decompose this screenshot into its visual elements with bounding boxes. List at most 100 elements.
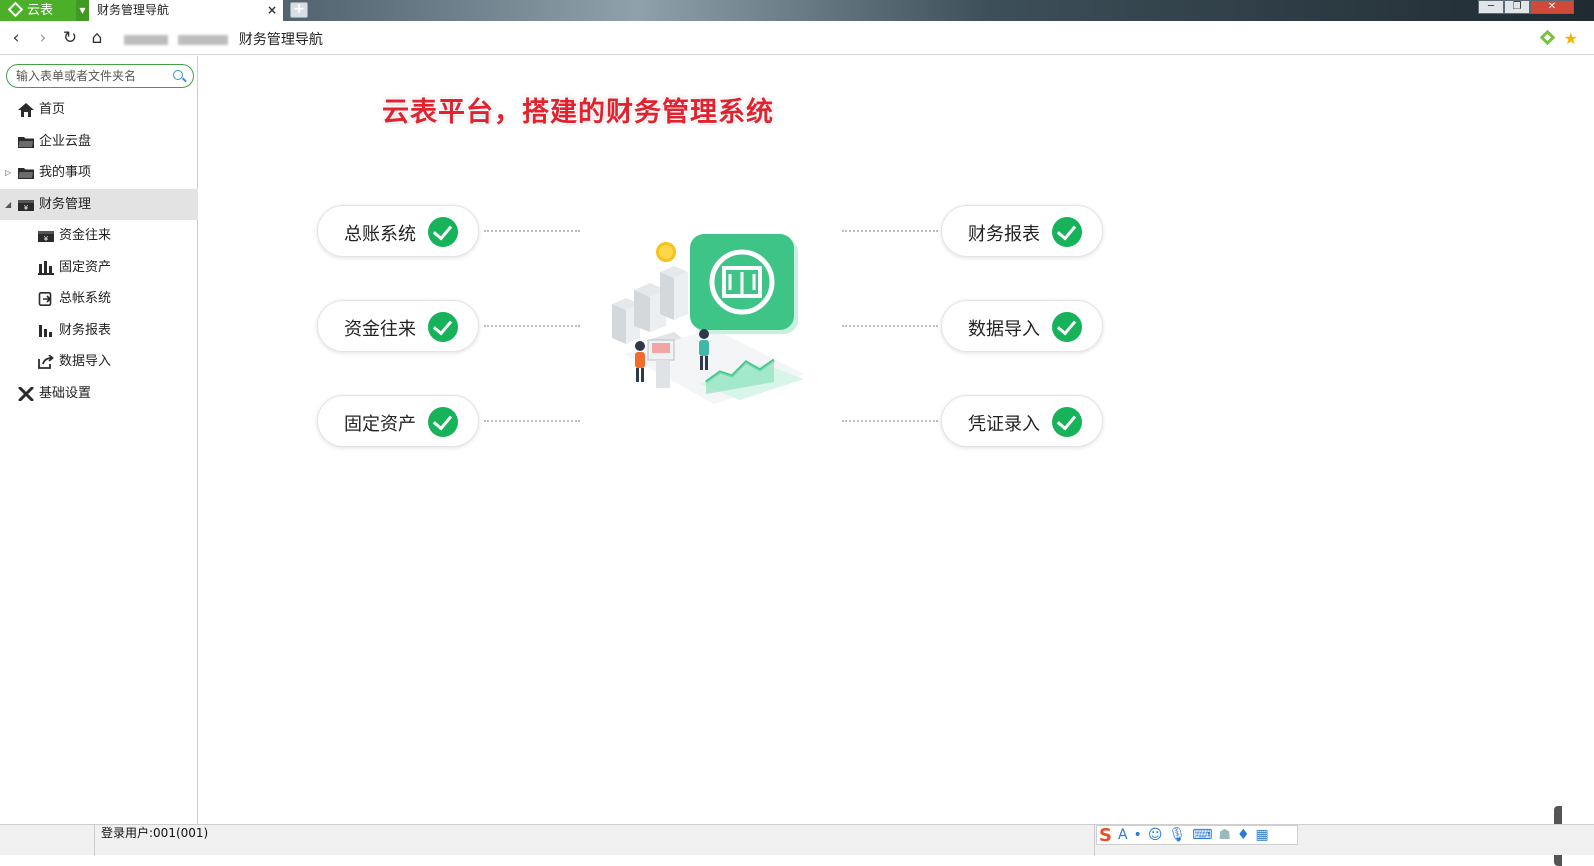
sidebar-item-home[interactable]: 首页 (0, 94, 198, 126)
window-controls: ─ ❐ ✕ (1478, 0, 1574, 14)
main-content: 云表平台，搭建的财务管理系统 总账系统 资金往来 固定资产 财务报表 数据导入 … (199, 56, 1562, 866)
connector-dots (842, 325, 938, 327)
toolbar-right: ★ (1539, 29, 1578, 48)
folder-icon (18, 136, 34, 148)
sidebar-item-general-ledger[interactable]: 总帐系统 (0, 283, 198, 315)
sidebar-item-basic-settings[interactable]: 基础设置 (0, 378, 198, 410)
check-icon (428, 312, 458, 342)
sidebar-item-enterprise-drive[interactable]: 企业云盘 (0, 126, 198, 158)
cashbox-icon: ¥ (38, 231, 54, 243)
tab-label: 财务管理导航 (97, 3, 170, 17)
ime-user-icon[interactable]: ☗ (1218, 827, 1231, 843)
ime-voice-icon[interactable]: 🎙 (1168, 827, 1186, 843)
module-financial-reports[interactable]: 财务报表 (941, 205, 1103, 257)
bar-chart-icon (39, 324, 52, 337)
finance-illustration (612, 234, 804, 404)
sidebar-item-label: 基础设置 (39, 385, 92, 401)
svg-text:¥: ¥ (44, 235, 49, 243)
ime-emoji-icon[interactable]: ☺ (1148, 827, 1163, 843)
cashbox-icon: ¥ (18, 199, 34, 212)
home-icon (18, 103, 34, 117)
app-dropdown-icon[interactable]: ▼ (76, 0, 89, 21)
search-input[interactable] (16, 68, 166, 84)
search-icon[interactable] (173, 70, 183, 80)
check-icon (1052, 312, 1082, 342)
favorite-star-icon[interactable]: ★ (1564, 29, 1578, 48)
forward-icon[interactable]: › (33, 28, 53, 48)
redacted-segment (178, 35, 229, 45)
module-voucher-entry[interactable]: 凭证录入 (941, 395, 1103, 447)
ime-toolbox-icon[interactable]: ▦ (1256, 827, 1269, 843)
tab-close-icon[interactable]: × (267, 0, 277, 20)
module-data-import[interactable]: 数据导入 (941, 300, 1103, 352)
connector-dots (484, 230, 580, 232)
connector-dots (842, 230, 938, 232)
app-logo-icon (7, 1, 24, 18)
sidebar: 首页 企业云盘 ▷ 我的事项 ◢ ¥ 财务管理 ¥ 资金往来 固定资产 总帐系统 (0, 56, 198, 824)
sidebar-item-label: 财务管理 (39, 196, 92, 212)
app-logo-icon[interactable] (1539, 29, 1555, 46)
sidebar-item-finance[interactable]: ◢ ¥ 财务管理 (0, 188, 198, 220)
ime-mode-icon[interactable]: A (1118, 827, 1128, 843)
connector-dots (842, 420, 938, 422)
back-icon[interactable]: ‹ (6, 28, 26, 48)
sogou-ime-icon[interactable]: S (1099, 825, 1112, 846)
login-user-status: 登录用户:001(001) (94, 825, 1095, 856)
tab-finance-nav[interactable]: 财务管理导航 × (89, 0, 283, 21)
connector-dots (484, 325, 580, 327)
check-icon (1052, 407, 1082, 437)
module-label: 总账系统 (344, 224, 416, 245)
home-icon[interactable]: ⌂ (87, 28, 107, 48)
sidebar-item-my-tasks[interactable]: ▷ 我的事项 (0, 157, 198, 189)
svg-text:¥: ¥ (24, 204, 29, 212)
sidebar-item-fund-flow[interactable]: ¥ 资金往来 (0, 220, 198, 252)
sidebar-item-label: 企业云盘 (39, 133, 92, 149)
sidebar-menu: 首页 企业云盘 ▷ 我的事项 ◢ ¥ 财务管理 ¥ 资金往来 固定资产 总帐系统 (0, 94, 198, 409)
connector-dots (484, 420, 580, 422)
sidebar-item-label: 财务报表 (59, 322, 112, 338)
breadcrumb-current: 财务管理导航 (238, 32, 323, 48)
maximize-icon[interactable]: ❐ (1504, 0, 1530, 14)
ime-toolbar: S A • ☺ 🎙 ⌨ ☗ ♦ ▦ (1096, 825, 1298, 846)
sidebar-item-label: 固定资产 (59, 259, 112, 275)
folder-icon (18, 168, 34, 179)
refresh-icon[interactable]: ↻ (60, 28, 80, 48)
sidebar-item-label: 资金往来 (59, 228, 112, 243)
sidebar-item-label: 总帐系统 (59, 291, 112, 306)
export-icon (38, 355, 54, 369)
ime-skin-icon[interactable]: ♦ (1237, 827, 1250, 843)
sidebar-item-financial-reports[interactable]: 财务报表 (0, 315, 198, 347)
new-tab-button[interactable]: + (290, 2, 308, 18)
check-icon (428, 407, 458, 437)
close-window-icon[interactable]: ✕ (1530, 0, 1574, 14)
expand-arrow-icon[interactable]: ▷ (5, 157, 11, 188)
module-fund-flow[interactable]: 资金往来 (317, 300, 479, 352)
collapse-arrow-icon[interactable]: ◢ (5, 189, 11, 220)
ime-punctuation-icon[interactable]: • (1134, 827, 1142, 843)
status-bar: 登录用户:001(001) S A • ☺ 🎙 ⌨ ☗ ♦ ▦ (0, 824, 1594, 856)
sidebar-item-data-import[interactable]: 数据导入 (0, 346, 198, 378)
breadcrumb: 财务管理导航 (124, 29, 323, 49)
app-menu-button[interactable]: 云表 (0, 0, 76, 21)
sidebar-item-fixed-assets[interactable]: 固定资产 (0, 252, 198, 284)
sidebar-item-label: 首页 (39, 102, 66, 117)
check-icon (428, 217, 458, 247)
redacted-segment (124, 35, 168, 45)
navigation-bar: ‹ › ↻ ⌂ 财务管理导航 ★ (0, 21, 1594, 55)
sidebar-item-label: 我的事项 (39, 165, 92, 180)
page-headline: 云表平台，搭建的财务管理系统 (382, 97, 774, 128)
ledger-icon (38, 292, 52, 306)
sidebar-search (6, 64, 194, 88)
check-icon (1052, 217, 1082, 247)
ime-keyboard-icon[interactable]: ⌨ (1192, 827, 1212, 843)
module-general-ledger[interactable]: 总账系统 (317, 205, 479, 257)
app-name: 云表 (27, 3, 54, 18)
minimize-icon[interactable]: ─ (1478, 0, 1504, 14)
tools-icon (18, 386, 34, 401)
module-label: 财务报表 (968, 224, 1040, 245)
module-label: 资金往来 (344, 319, 416, 340)
building-icon (38, 260, 54, 275)
module-label: 凭证录入 (968, 414, 1040, 435)
title-bar: 云表 ▼ 财务管理导航 × + ─ ❐ ✕ (0, 0, 1594, 21)
module-fixed-assets[interactable]: 固定资产 (317, 395, 479, 447)
